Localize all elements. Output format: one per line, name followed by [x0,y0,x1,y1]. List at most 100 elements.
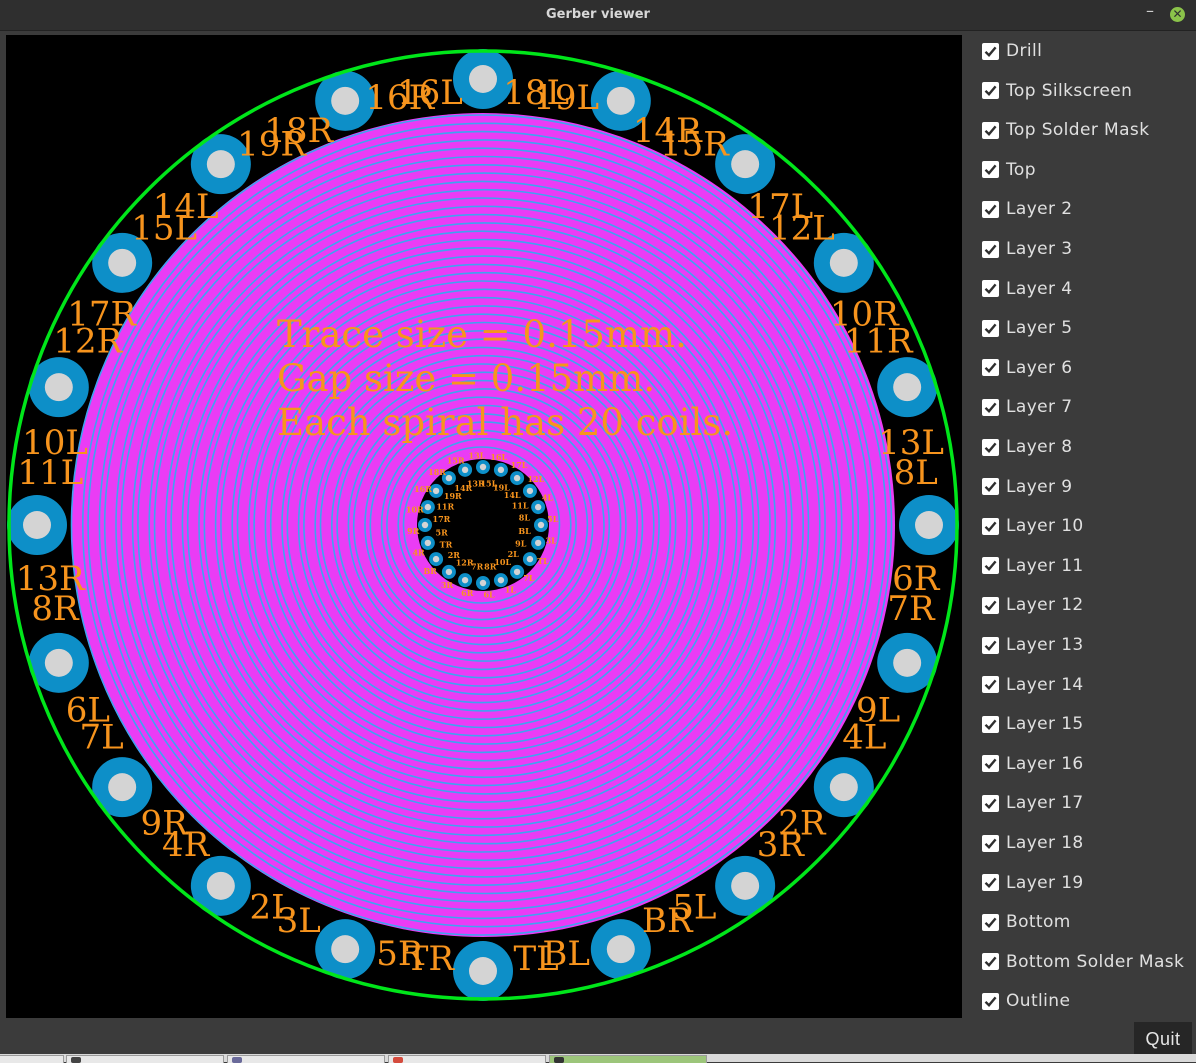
layer-toggle-layer-17[interactable]: Layer 17 [982,791,1084,815]
checkbox-icon[interactable] [982,913,999,931]
layer-toggle-layer-16[interactable]: Layer 16 [982,752,1084,776]
layer-toggle-layer-12[interactable]: Layer 12 [982,593,1084,617]
layer-toggle-outline[interactable]: Outline [982,989,1070,1013]
checkbox-icon[interactable] [982,398,999,416]
checkbox-icon[interactable] [982,834,999,852]
drill-hole [108,248,137,277]
gerber-canvas[interactable]: 13L 15L 16L 19L 17L 14L 12L 11L 4L 8L 5L BL 3L 9L TL 2L… [6,35,962,1018]
inner-pad-label: 2R [448,550,461,560]
checkbox-icon[interactable] [982,596,999,614]
layer-toggle-layer-11[interactable]: Layer 11 [982,554,1084,578]
outer-pad-label: 15R [660,125,730,165]
layer-toggle-layer-6[interactable]: Layer 6 [982,356,1072,380]
layer-toggle-layer-10[interactable]: Layer 10 [982,514,1084,538]
layer-toggle-layer-15[interactable]: Layer 15 [982,712,1084,736]
layer-toggle-top-solder-mask[interactable]: Top Solder Mask [982,118,1149,142]
drill-hole [331,86,360,115]
layer-label: Outline [1006,991,1071,1012]
checkbox-icon[interactable] [982,557,999,575]
checkbox-icon[interactable] [982,636,999,654]
outer-pad-label: 16R [365,78,435,118]
inner-pad-label: 9L [515,538,527,548]
inner-drill-hole [424,503,432,511]
checkbox-icon[interactable] [982,200,999,218]
drill-hole [331,935,360,964]
layer-toggle-layer-3[interactable]: Layer 3 [982,237,1072,261]
checkbox-icon[interactable] [982,794,999,812]
layer-label: Layer 3 [1006,239,1073,259]
layer-label: Layer 12 [1006,595,1084,616]
inner-drill-hole [497,466,505,474]
checkbox-icon[interactable] [982,280,999,298]
layer-label: Layer 17 [1006,793,1084,814]
layer-toggle-bottom[interactable]: Bottom [982,910,1071,934]
layer-label: Layer 11 [1006,555,1084,576]
layer-label: Layer 13 [1006,635,1084,655]
checkbox-icon[interactable] [982,953,999,971]
quit-button[interactable]: Quit [1134,1022,1192,1056]
checkbox-icon[interactable] [982,82,999,100]
layer-toggle-layer-14[interactable]: Layer 14 [982,673,1084,697]
checkbox-icon[interactable] [982,676,999,694]
inner-pad-label: 17R [433,514,451,524]
checkbox-icon[interactable] [982,240,999,258]
layer-toggle-layer-18[interactable]: Layer 18 [982,831,1084,855]
layer-toggle-layer-5[interactable]: Layer 5 [982,316,1072,340]
inner-pad-label: 7L [523,573,535,583]
layer-label: Bottom Solder Mask [1006,951,1185,972]
checkbox-icon[interactable] [982,478,999,496]
layer-label: Layer 2 [1006,199,1073,220]
checkbox-icon[interactable] [982,359,999,377]
checkbox-icon[interactable] [982,992,999,1010]
checkbox-icon[interactable] [982,517,999,535]
layer-label: Layer 16 [1006,753,1084,774]
inner-pad-label: 4R [412,547,425,557]
outer-pad-label: 4L [842,717,886,757]
note-trace-size: Trace size = 0.15mm. [277,313,687,356]
inner-drill-hole [424,539,432,547]
layer-label: Top Silkscreen [1006,80,1133,101]
drill-hole [731,150,760,179]
checkbox-icon[interactable] [982,121,999,139]
checkbox-icon[interactable] [982,42,999,60]
outer-pad-label: 14L [153,187,219,227]
layer-label: Layer 9 [1006,476,1073,497]
outer-pad-label: 18R [264,111,334,151]
inner-pad-label: 13L [469,450,486,460]
drill-hole [44,648,73,677]
layer-toggle-top[interactable]: Top [982,158,1036,182]
drill-hole [469,957,497,985]
checkbox-icon[interactable] [982,715,999,733]
layer-label: Layer 6 [1006,357,1073,378]
layer-toggle-top-silkscreen[interactable]: Top Silkscreen [982,79,1132,103]
checkbox-icon[interactable] [982,755,999,773]
checkbox-icon[interactable] [982,319,999,337]
close-icon[interactable]: ✕ [1170,7,1185,22]
layer-toggle-layer-7[interactable]: Layer 7 [982,395,1072,419]
layer-toggle-layer-4[interactable]: Layer 4 [982,277,1072,301]
checkbox-icon[interactable] [982,874,999,892]
note-coil-count: Each spiral has 20 coils. [277,401,733,444]
layer-toggle-bottom-solder-mask[interactable]: Bottom Solder Mask [982,950,1184,974]
outer-pad-label: 12L [769,209,835,249]
layer-toggle-layer-2[interactable]: Layer 2 [982,197,1072,221]
layer-toggle-layer-8[interactable]: Layer 8 [982,435,1072,459]
minimize-icon[interactable]: – [1142,3,1158,19]
layer-toggle-layer-9[interactable]: Layer 9 [982,475,1072,499]
checkbox-icon[interactable] [982,438,999,456]
layer-label: Layer 15 [1006,714,1084,735]
layer-label: Layer 19 [1006,872,1084,893]
checkbox-icon[interactable] [982,161,999,179]
drill-hole [731,871,760,900]
drill-hole [829,248,858,277]
note-gap-size: Gap size = 0.15mm. [277,357,655,400]
layer-toggle-drill[interactable]: Drill [982,39,1042,63]
outer-pad-label: 3R [757,825,806,865]
pcb-render: 13L15L16L19L17L14L12L11L4L8L 5LBL3L9LTL2L… [7,49,959,1001]
inner-pad-label: 10R [406,504,424,514]
layer-toggle-layer-19[interactable]: Layer 19 [982,871,1084,895]
layer-label: Layer 18 [1006,833,1084,853]
layer-toggle-layer-13[interactable]: Layer 13 [982,633,1084,657]
outer-pad-label: TL [514,939,559,979]
outer-pad-label: 7R [887,589,936,629]
